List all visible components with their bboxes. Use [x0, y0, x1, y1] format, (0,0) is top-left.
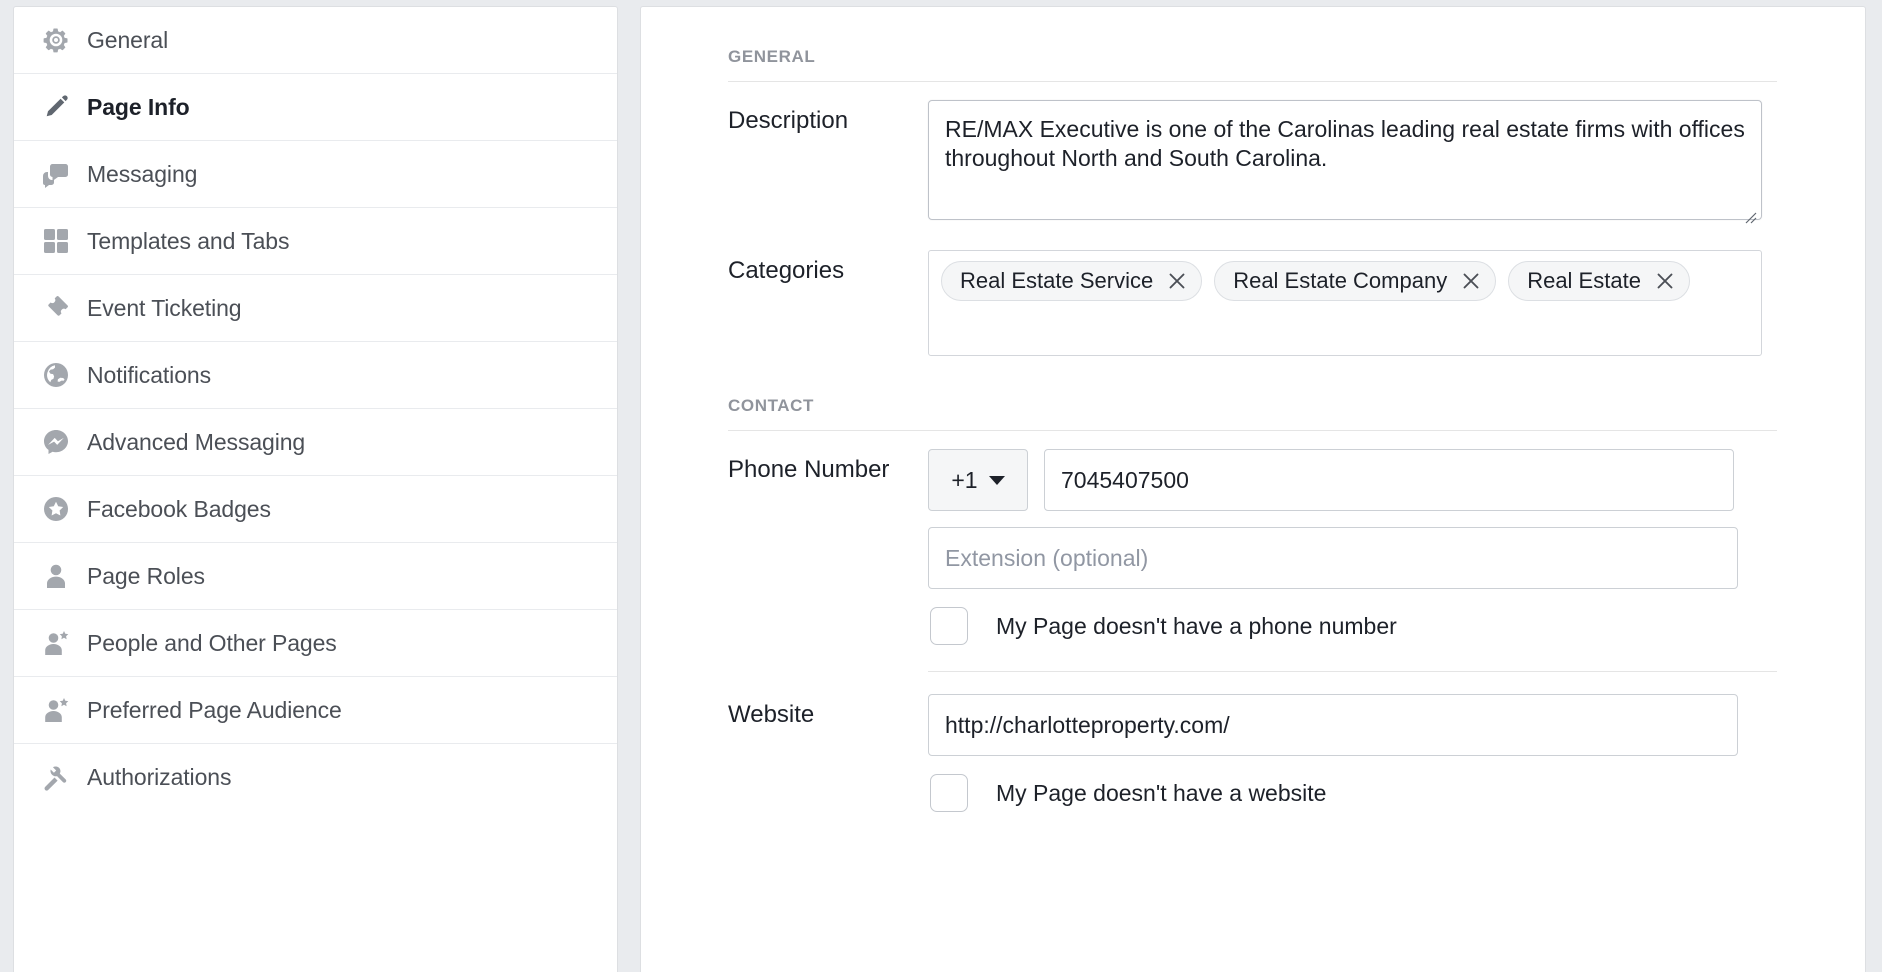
phone-field-row: Phone Number +1 7045407500 Extension (op… — [728, 431, 1777, 672]
page-info-panel: GENERAL Description RE/MAX Executive is … — [640, 6, 1866, 972]
sidebar-item-label: Facebook Badges — [87, 495, 271, 522]
website-field-row: Website http://charlotteproperty.com/ My… — [728, 672, 1777, 812]
page-info-settings-screen: General Page Info Messaging Templates and T… — [0, 0, 1882, 972]
categories-input-box[interactable]: Real Estate Service Real Estate Company Re… — [928, 250, 1762, 356]
no-phone-label: My Page doesn't have a phone number — [996, 612, 1397, 639]
description-field-body: RE/MAX Executive is one of the Carolinas… — [928, 100, 1777, 224]
category-chip-label: Real Estate Company — [1233, 268, 1448, 293]
pencil-icon — [41, 92, 71, 122]
chevron-down-icon — [988, 475, 1005, 485]
sidebar-item-label: People and Other Pages — [87, 629, 337, 656]
general-section-heading: GENERAL — [728, 47, 816, 66]
sidebar-item-label: Preferred Page Audience — [87, 696, 342, 723]
description-value: RE/MAX Executive is one of the Carolinas… — [945, 116, 1745, 172]
website-label: Website — [728, 701, 815, 728]
no-phone-checkbox-row[interactable]: My Page doesn't have a phone number — [928, 607, 1777, 645]
sidebar-item-label: Page Roles — [87, 562, 205, 589]
no-phone-checkbox[interactable] — [930, 607, 968, 645]
sidebar-item-label: Messaging — [87, 160, 198, 187]
country-code-select[interactable]: +1 — [928, 449, 1028, 511]
no-website-checkbox-row[interactable]: My Page doesn't have a website — [928, 774, 1777, 812]
description-field-row: Description RE/MAX Executive is one of t… — [728, 82, 1777, 224]
phone-extension-placeholder: Extension (optional) — [945, 544, 1149, 571]
sidebar-item-messaging[interactable]: Messaging — [14, 141, 617, 208]
person-star-icon — [41, 628, 71, 658]
category-chip-label: Real Estate Service — [960, 268, 1154, 293]
sidebar-item-facebook-badges[interactable]: Facebook Badges — [14, 476, 617, 543]
sidebar-item-general[interactable]: General — [14, 7, 617, 74]
no-website-label: My Page doesn't have a website — [996, 779, 1327, 806]
sidebar-item-preferred-page-audience[interactable]: Preferred Page Audience — [14, 677, 617, 744]
chat-bubbles-icon — [41, 159, 71, 189]
sidebar-item-label: Page Info — [87, 93, 190, 120]
sidebar-item-page-roles[interactable]: Page Roles — [14, 543, 617, 610]
website-value: http://charlotteproperty.com/ — [945, 711, 1230, 738]
sidebar-item-label: Advanced Messaging — [87, 428, 306, 455]
phone-field-body: +1 7045407500 Extension (optional) My Pa… — [928, 449, 1777, 672]
category-chip[interactable]: Real Estate — [1508, 261, 1690, 301]
no-website-checkbox[interactable] — [930, 774, 968, 812]
wrench-icon — [41, 763, 71, 793]
country-code-value: +1 — [951, 466, 978, 493]
categories-field-body: Real Estate Service Real Estate Company Re… — [928, 250, 1777, 356]
settings-sidebar: General Page Info Messaging Templates and T… — [13, 6, 618, 972]
sidebar-item-page-info[interactable]: Page Info — [14, 74, 617, 141]
sidebar-item-label: Event Ticketing — [87, 294, 242, 321]
categories-field-row: Categories Real Estate Service Real Estat… — [728, 220, 1777, 356]
sidebar-item-label: Notifications — [87, 361, 211, 388]
close-icon[interactable] — [1655, 271, 1675, 291]
category-chip[interactable]: Real Estate Company — [1214, 261, 1497, 301]
resize-grip-icon[interactable] — [1743, 202, 1757, 224]
sidebar-item-event-ticketing[interactable]: Event Ticketing — [14, 275, 617, 342]
website-field-body: http://charlotteproperty.com/ My Page do… — [928, 694, 1777, 812]
website-input[interactable]: http://charlotteproperty.com/ — [928, 694, 1738, 756]
phone-number-value: 7045407500 — [1061, 466, 1189, 493]
grid-squares-icon — [41, 226, 71, 256]
sidebar-item-authorizations[interactable]: Authorizations — [14, 744, 617, 811]
sidebar-item-templates-and-tabs[interactable]: Templates and Tabs — [14, 208, 617, 275]
category-chip-label: Real Estate — [1527, 268, 1641, 293]
person-icon — [41, 561, 71, 591]
sidebar-item-label: Templates and Tabs — [87, 227, 290, 254]
categories-label: Categories — [728, 257, 845, 284]
contact-section-heading: CONTACT — [728, 396, 815, 415]
sidebar-item-people-and-other-pages[interactable]: People and Other Pages — [14, 610, 617, 677]
globe-icon — [41, 360, 71, 390]
person-star-icon — [41, 695, 71, 725]
sidebar-item-notifications[interactable]: Notifications — [14, 342, 617, 409]
close-icon[interactable] — [1167, 271, 1187, 291]
phone-website-divider — [928, 671, 1777, 672]
messenger-icon — [41, 427, 71, 457]
phone-extension-input[interactable]: Extension (optional) — [928, 527, 1738, 589]
sidebar-item-label: General — [87, 26, 169, 53]
phone-number-input[interactable]: 7045407500 — [1044, 449, 1734, 511]
gear-icon — [41, 25, 71, 55]
badge-star-icon — [41, 494, 71, 524]
sidebar-item-advanced-messaging[interactable]: Advanced Messaging — [14, 409, 617, 476]
close-icon[interactable] — [1461, 271, 1481, 291]
category-chip[interactable]: Real Estate Service — [941, 261, 1203, 301]
sidebar-item-label: Authorizations — [87, 764, 232, 790]
description-label: Description — [728, 107, 849, 134]
phone-input-line: +1 7045407500 — [928, 449, 1777, 511]
ticket-icon — [41, 293, 71, 323]
description-textarea[interactable]: RE/MAX Executive is one of the Carolinas… — [928, 100, 1762, 224]
phone-number-label: Phone Number — [728, 456, 890, 483]
